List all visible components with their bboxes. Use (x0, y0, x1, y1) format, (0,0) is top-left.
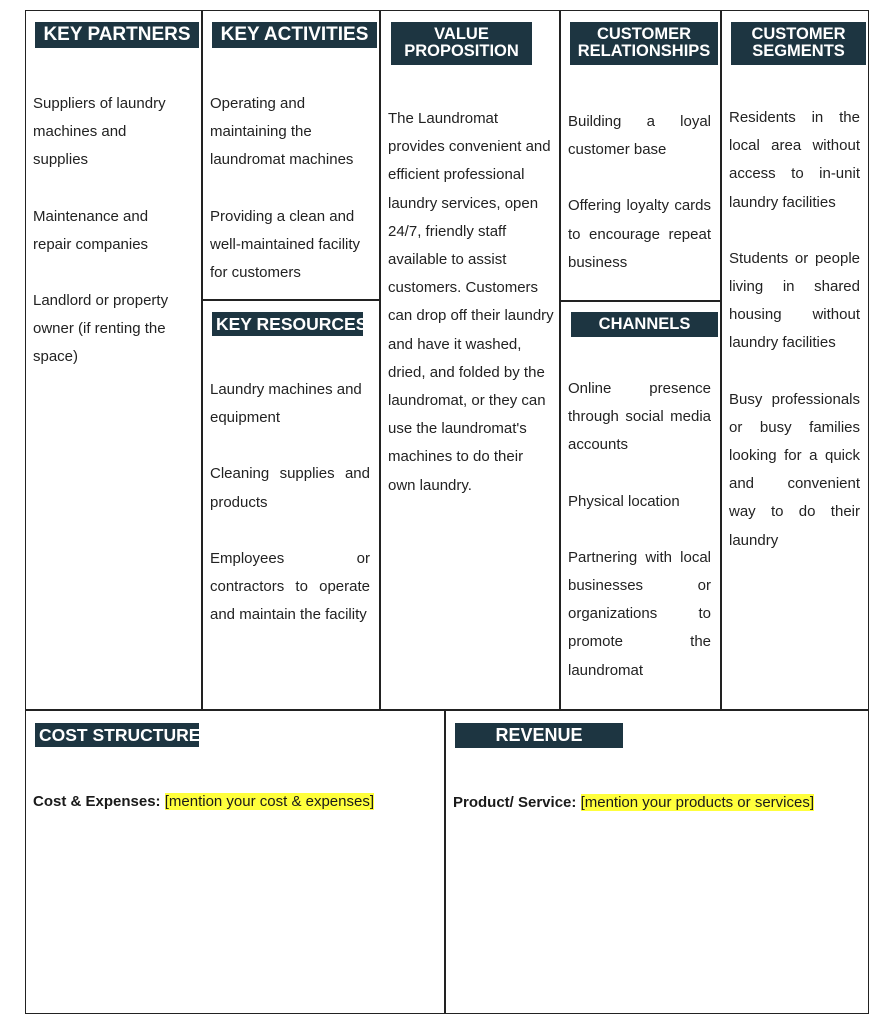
list-item: Maintenance and repair companies (33, 207, 149, 253)
list-item: Providing a clean and well-maintained fa… (210, 207, 361, 282)
list-item: Physical location (568, 492, 680, 510)
list-item: Partnering with local businesses or orga… (568, 548, 711, 679)
divider (559, 10, 561, 710)
list-item: Laundry machines and equipment (210, 381, 362, 427)
customer-segments-header: CUSTOMER SEGMENTS (731, 22, 866, 65)
list-item: Landlord or property owner (if renting t… (33, 292, 169, 366)
divider (444, 710, 446, 1014)
list-item: Busy professionals or busy families look… (729, 390, 860, 549)
cost-expenses-line: Cost & Expenses: [mention your cost & ex… (33, 793, 374, 810)
key-partners-list: Suppliers of laundry machines and suppli… (33, 90, 183, 400)
customer-relationships-list: Building a loyal customer base Offering … (568, 108, 711, 305)
list-item: Offering loyalty cards to encourage repe… (568, 197, 711, 271)
revenue-header: REVENUE (455, 723, 623, 748)
list-item: Suppliers of laundry machines and suppli… (33, 95, 166, 169)
list-item: Online presence through social media acc… (568, 380, 711, 454)
cost-expenses-label: Cost & Expenses: (33, 793, 161, 810)
key-partners-header: KEY PARTNERS (35, 22, 199, 48)
key-activities-header: KEY ACTIVITIES (212, 22, 377, 48)
divider (379, 10, 381, 710)
list-item: Cleaning supplies and products (210, 465, 370, 511)
key-activities-list: Operating and maintaining the laundromat… (210, 90, 372, 315)
header-line: VALUE (434, 25, 489, 43)
header-line: CUSTOMER (596, 25, 692, 43)
customer-segments-list: Residents in the local area without acce… (729, 104, 860, 583)
list-item: Building a loyal customer base (568, 113, 711, 159)
cost-structure-header: COST STRUCTURE (35, 723, 200, 748)
value-proposition-header: VALUE PROPOSITION (391, 22, 532, 65)
list-item: Employees or contractors to operate and … (210, 549, 370, 624)
customer-relationships-header: CUSTOMER RELATIONSHIPS (570, 22, 718, 65)
divider (720, 10, 722, 710)
channels-header: CHANNELS (571, 312, 718, 338)
key-resources-header: KEY RESOURCES (212, 312, 367, 337)
header-line: PROPOSITION (404, 42, 519, 61)
value-proposition-paragraph: The Laundromat provides convenient and e… (388, 110, 554, 494)
divider (25, 709, 869, 711)
list-item: Operating and maintaining the laundromat… (210, 95, 354, 169)
divider (201, 10, 203, 710)
header-line: CUSTOMER (751, 25, 846, 43)
header-line: SEGMENTS (752, 42, 845, 61)
list-item: Students or people living in shared hous… (729, 249, 860, 352)
cost-expenses-placeholder[interactable]: [mention your cost & expenses] (164, 793, 374, 810)
header-line: RELATIONSHIPS (577, 42, 711, 61)
key-resources-list: Laundry machines and equipment Cleaning … (210, 376, 370, 657)
product-service-label: Product/ Service: (453, 794, 577, 811)
product-service-line: Product/ Service: [mention your products… (453, 794, 814, 811)
channels-list: Online presence through social media acc… (568, 375, 711, 713)
value-proposition-text: The Laundromat provides convenient and e… (388, 105, 554, 528)
list-item: Residents in the local area without acce… (729, 109, 860, 211)
product-service-placeholder[interactable]: [mention your products or services] (580, 794, 814, 811)
